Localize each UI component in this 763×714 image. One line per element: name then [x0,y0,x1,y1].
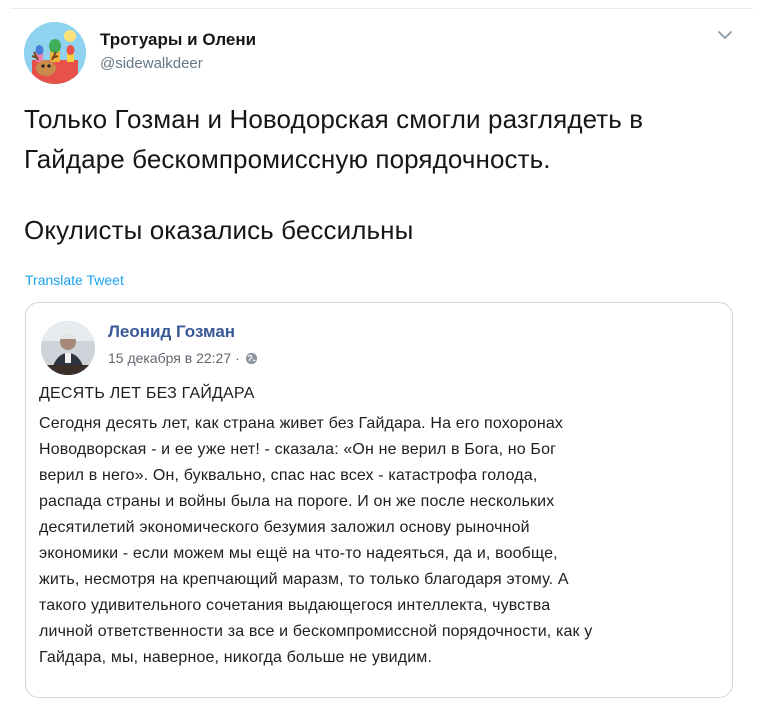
post-date: 15 декабря в 22:27 [108,350,232,366]
post-body-line: личной ответственности за все и бескомпр… [39,623,593,640]
post-body-line: распада страны и войны была на пороге. И… [39,493,555,510]
post-meta: 15 декабря в 22:27 · [108,350,258,366]
kremlin-deer-avatar-icon [24,22,86,84]
post-body: Сегодня десять лет, как страна живет без… [39,411,719,671]
post-meta-separator: · [235,350,240,366]
post-headline: ДЕСЯТЬ ЛЕТ БЕЗ ГАЙДАРА [39,385,255,402]
translate-tweet-link[interactable]: Translate Tweet [25,272,124,288]
post-body-line: десятилетий экономического безумия залож… [39,519,530,536]
tweet-author-handle[interactable]: @sidewalkdeer [100,55,203,72]
person-photo-icon [41,321,95,375]
globe-icon [245,352,257,364]
post-author-avatar [41,321,95,375]
tweet-text-line: Окулисты оказались бессильны [24,215,414,245]
tweet-text-line: Только Гозман и Новодорская смогли разгл… [24,104,644,134]
post-body-line: Сегодня десять лет, как страна живет без… [39,415,564,432]
tweet-author-avatar[interactable] [24,22,86,84]
post-body-line: Новодворская - и ее уже нет! - сказала: … [39,441,557,458]
tweet: Тротуары и Олени @sidewalkdeer Только Го… [0,0,763,714]
post-body-line: жить, несмотря на крепчающий маразм, то … [39,571,569,588]
tweet-text-line: Гайдаре бескомпромиссную порядочность. [24,144,551,174]
post-author-name: Леонид Гозман [108,322,236,341]
post-body-line: верил в него». Он, буквально, спас нас в… [39,467,538,484]
tweet-author-name[interactable]: Тротуары и Олени [100,30,256,50]
post-body-line: Гайдара, мы, наверное, никогда больше не… [39,649,433,666]
chevron-down-icon[interactable] [716,28,734,42]
post-body-line: экономики - если можем мы ещё на что-то … [39,545,558,562]
post-body-line: такого удивительного сочетания выдающего… [39,597,551,614]
embedded-post-image[interactable]: Леонид Гозман 15 декабря в 22:27 · ДЕСЯТ… [25,302,733,698]
tweet-text: Только Гозман и Новодорская смогли разгл… [24,99,739,250]
